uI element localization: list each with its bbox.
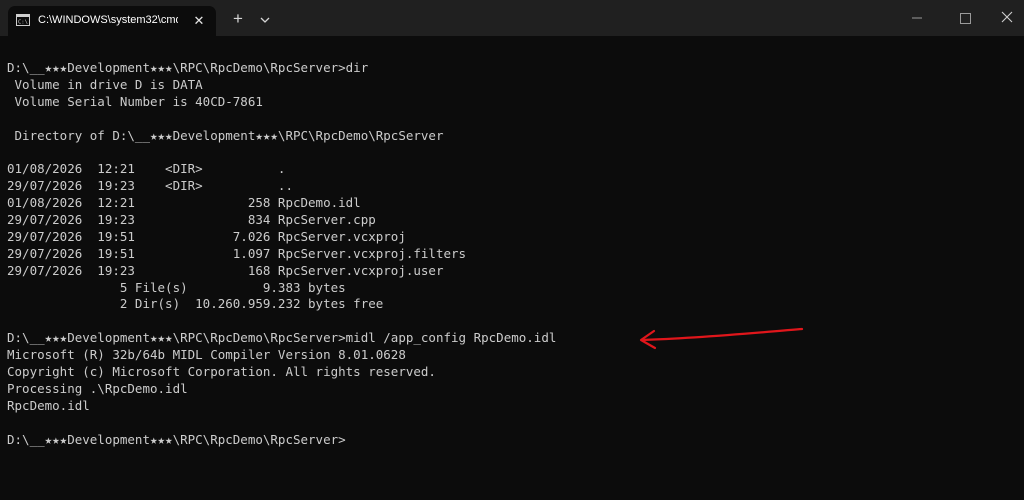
console-line: 29/07/2026 19:23 <DIR> .. xyxy=(7,178,293,194)
console-line: D:\__★★★Development★★★\RPC\RpcDemo\RpcSe… xyxy=(7,60,369,75)
console-line: RpcDemo.idl xyxy=(7,397,90,413)
title-bar[interactable]: C:\ C:\WINDOWS\system32\cmd. ✕ + xyxy=(0,0,1024,36)
console-line: 2 Dir(s) 10.260.959.232 bytes free xyxy=(7,296,384,312)
console-area[interactable]: D:\__★★★Development★★★\RPC\RpcDemo\RpcSe… xyxy=(0,36,1024,500)
console-line: 29/07/2026 19:51 1.097 RpcServer.vcxproj… xyxy=(7,245,467,261)
minimize-button[interactable] xyxy=(894,0,940,36)
console-line: 01/08/2026 12:21 258 RpcDemo.idl xyxy=(7,195,361,211)
svg-text:C:\: C:\ xyxy=(18,20,28,26)
chevron-down-icon[interactable] xyxy=(255,10,275,30)
console-output: D:\__★★★Development★★★\RPC\RpcDemo\RpcSe… xyxy=(7,60,556,448)
terminal-window: C:\ C:\WINDOWS\system32\cmd. ✕ + D:\__★★… xyxy=(0,0,1024,500)
close-button[interactable] xyxy=(984,0,1024,36)
tab-title: C:\WINDOWS\system32\cmd. xyxy=(38,14,178,26)
console-line: Volume Serial Number is 40CD-7861 xyxy=(7,93,263,109)
console-line: D:\__★★★Development★★★\RPC\RpcDemo\RpcSe… xyxy=(7,330,557,346)
console-line: 01/08/2026 12:21 <DIR> . xyxy=(7,161,286,177)
red-arrow-annotation xyxy=(639,327,804,350)
console-line: D:\__★★★Development★★★\RPC\RpcDemo\RpcSe… xyxy=(7,431,346,447)
console-line: Processing .\RpcDemo.idl xyxy=(7,380,188,396)
console-line: 29/07/2026 19:23 834 RpcServer.cpp xyxy=(7,212,376,228)
maximize-button[interactable] xyxy=(942,0,988,36)
console-line: Microsoft (R) 32b/64b MIDL Compiler Vers… xyxy=(7,347,406,363)
console-line: Copyright (c) Microsoft Corporation. All… xyxy=(7,364,436,380)
tab-cmd[interactable]: C:\ C:\WINDOWS\system32\cmd. ✕ xyxy=(8,6,216,36)
console-line: 29/07/2026 19:23 168 RpcServer.vcxproj.u… xyxy=(7,262,444,278)
new-tab-button[interactable]: + xyxy=(228,9,248,29)
console-line: Volume in drive D is DATA xyxy=(7,76,203,92)
cmd-icon: C:\ xyxy=(16,14,30,26)
console-line: 5 File(s) 9.383 bytes xyxy=(7,279,346,295)
tab-close-icon[interactable]: ✕ xyxy=(191,13,207,29)
console-line: Directory of D:\__★★★Development★★★\RPC\… xyxy=(7,127,444,143)
console-line: 29/07/2026 19:51 7.026 RpcServer.vcxproj xyxy=(7,228,406,244)
